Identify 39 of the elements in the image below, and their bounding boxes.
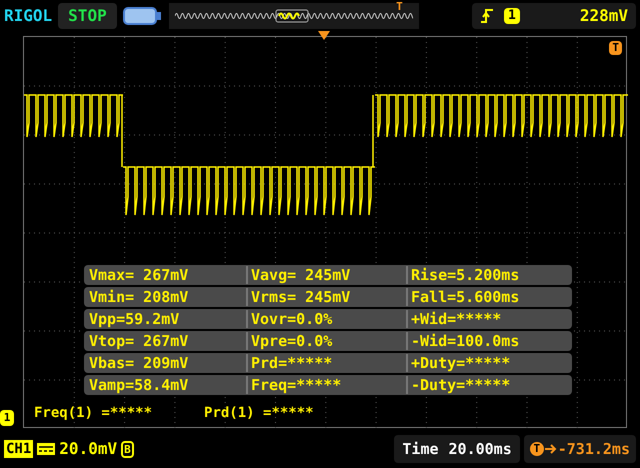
battery-icon <box>122 6 163 26</box>
measurement-value: Fall=5.600ms <box>406 288 570 306</box>
measurement-value: Vmin= 208mV <box>88 288 190 306</box>
measurement-value: -Duty=***** <box>406 376 570 394</box>
measurement-value: Vtop= 267mV <box>88 332 190 350</box>
measurement-value: -Wid=100.0ms <box>406 332 570 350</box>
bandwidth-limit: B <box>121 440 134 458</box>
arrow-icon <box>544 444 557 454</box>
measurement-value: Vpp=59.2mV <box>88 310 180 328</box>
trigger-position-icon <box>318 31 330 41</box>
channel-label: CH1 <box>4 440 34 458</box>
measurement-value: +Duty=***** <box>406 354 570 372</box>
trigger-channel: 1 <box>504 8 520 24</box>
measurement-value: Vmax= 267mV <box>88 266 190 284</box>
measurement-value: Rise=5.200ms <box>406 266 570 284</box>
measurement-value: Vavg= 245mV <box>246 266 406 284</box>
measurement-readout: Freq(1) =***** <box>34 404 152 423</box>
measurement-readout: Prd(1) =***** <box>204 404 314 423</box>
coupling-icon <box>37 443 56 455</box>
timebase-label: Time <box>402 438 439 460</box>
measurement-value: Vamp=58.4mV <box>88 376 190 394</box>
measurement-value: Vpre=0.0% <box>246 332 406 350</box>
trigger-position-mark: T <box>396 0 403 15</box>
measurement-value: Vbas= 209mV <box>88 354 190 372</box>
measurement-value: Vrms= 245mV <box>246 288 406 306</box>
vertical-scale: 20.0mV <box>59 438 118 460</box>
rising-edge-icon <box>480 8 494 24</box>
measurement-value: +Wid=***** <box>406 310 570 328</box>
run-state: STOP <box>58 3 117 29</box>
measurement-value: Vovr=0.0% <box>246 310 406 328</box>
timebase-value: 20.00ms <box>448 438 512 460</box>
measurement-value: Freq=***** <box>246 376 406 394</box>
measurement-value: Prd=***** <box>246 354 406 372</box>
trigger-mark: T <box>530 442 544 456</box>
trigger-offset: -731.2ms <box>558 438 630 460</box>
channel-marker: 1 <box>0 410 14 426</box>
trigger-level-mark: T <box>609 41 622 55</box>
trigger-level: 228mV <box>580 5 628 27</box>
brand-logo: RIGOL <box>4 5 52 27</box>
